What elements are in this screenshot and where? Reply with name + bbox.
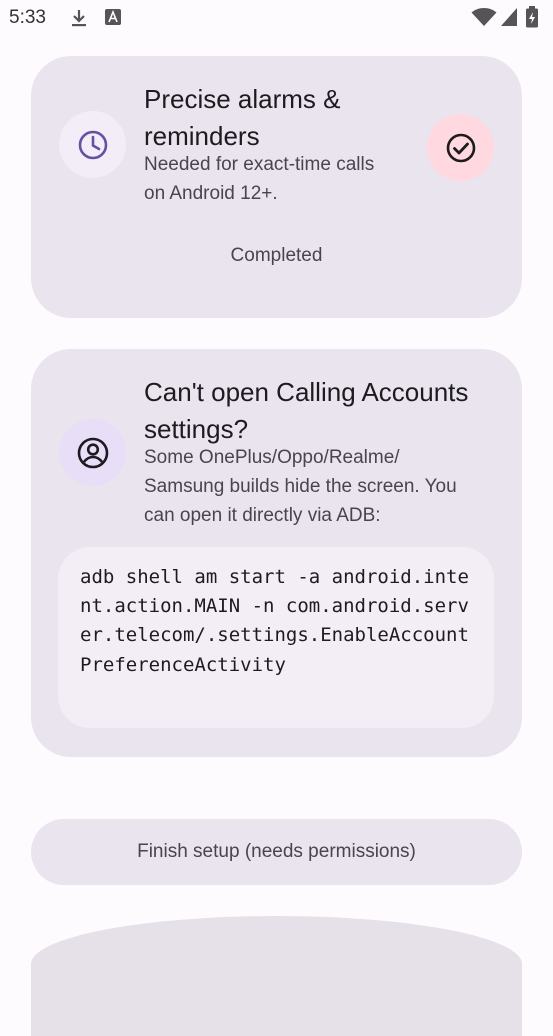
alarms-title-line-1: Precise alarms & (144, 84, 341, 114)
alarms-desc-line-1: Needed for exact-time calls (144, 154, 375, 175)
battery-icon (525, 6, 539, 33)
alarms-card-description: Needed for exact-time calls on Android 1… (144, 150, 374, 208)
check-circle-icon (427, 114, 494, 181)
download-icon (70, 8, 88, 33)
calling-accounts-card-description: Some OnePlus/Oppo/Realme/ Samsung builds… (144, 443, 457, 530)
clock-icon (59, 111, 126, 178)
alarms-desc-line-2: on Android 12+. (144, 183, 278, 204)
calling-title-line-1: Can't open Calling Accounts (144, 377, 469, 407)
finish-setup-label: Finish setup (needs permissions) (137, 841, 416, 862)
status-time: 5:33 (9, 7, 46, 28)
account-circle-icon (59, 419, 126, 486)
calling-desc-line-2: Samsung builds hide the screen. You (144, 476, 457, 497)
alarms-permission-card: Precise alarms & reminders Needed for ex… (31, 56, 522, 318)
calling-accounts-card-title: Can't open Calling Accounts settings? (144, 374, 468, 448)
wifi-icon (471, 7, 497, 32)
signal-icon (500, 7, 518, 32)
status-bar: 5:33 (0, 0, 553, 40)
calling-desc-line-1: Some OnePlus/Oppo/Realme/ (144, 447, 400, 468)
finish-setup-button[interactable]: Finish setup (needs permissions) (31, 819, 522, 885)
bottom-sheet-partial (31, 916, 522, 1036)
alarms-card-title: Precise alarms & reminders (144, 81, 341, 155)
calling-desc-line-3: can open it directly via ADB: (144, 505, 381, 526)
calling-accounts-help-card: Can't open Calling Accounts settings? So… (31, 349, 522, 757)
adb-command-box[interactable]: adb shell am start -a android.intent.act… (58, 547, 494, 728)
font-icon (104, 8, 122, 31)
completed-status-label: Completed (230, 245, 323, 266)
adb-command-text[interactable]: adb shell am start -a android.intent.act… (80, 563, 480, 680)
